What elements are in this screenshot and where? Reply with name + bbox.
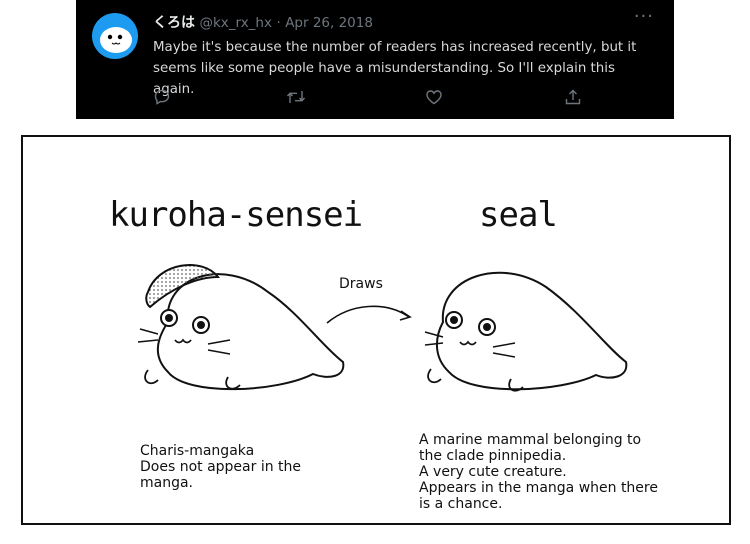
kuroha-sensei-title: kuroha-sensei xyxy=(109,195,363,235)
comic-panel: kuroha-sensei seal Draws Charis-mangaka … xyxy=(21,135,731,525)
caption-line: A marine mammal belonging to xyxy=(419,432,642,448)
tweet-header: くろは @kx_rx_hx · Apr 26, 2018 xyxy=(153,12,373,32)
seal-illustration xyxy=(424,271,628,392)
tweet-actions xyxy=(153,88,653,108)
author-handle[interactable]: @kx_rx_hx xyxy=(199,15,272,31)
draws-arrow-icon xyxy=(326,305,412,324)
share-icon[interactable] xyxy=(564,88,584,108)
reply-icon[interactable] xyxy=(153,88,173,108)
caption-line: Charis-mangaka xyxy=(140,443,255,459)
seal-caption: A marine mammal belonging to the clade p… xyxy=(419,432,658,512)
caption-line: Appears in the manga when there xyxy=(419,480,658,496)
like-icon[interactable] xyxy=(425,88,445,108)
tweet-date[interactable]: Apr 26, 2018 xyxy=(285,15,373,31)
caption-line: manga. xyxy=(140,475,194,491)
caption-line: A very cute creature. xyxy=(419,464,567,480)
author-name[interactable]: くろは xyxy=(153,15,195,31)
seal-title: seal xyxy=(479,195,558,235)
more-options-icon[interactable]: ··· xyxy=(634,6,654,27)
avatar[interactable] xyxy=(92,13,138,59)
retweet-icon[interactable] xyxy=(286,88,306,108)
tweet-card[interactable]: くろは @kx_rx_hx · Apr 26, 2018 ··· Maybe i… xyxy=(76,0,674,119)
caption-line: the clade pinnipedia. xyxy=(419,448,567,464)
seal-avatar-icon xyxy=(100,27,132,53)
kuroha-sensei-caption: Charis-mangaka Does not appear in the ma… xyxy=(140,443,301,491)
caption-line: Does not appear in the xyxy=(140,459,302,475)
caption-line: is a chance. xyxy=(419,496,503,512)
draws-label: Draws xyxy=(339,276,383,292)
header-separator: · xyxy=(276,15,281,31)
